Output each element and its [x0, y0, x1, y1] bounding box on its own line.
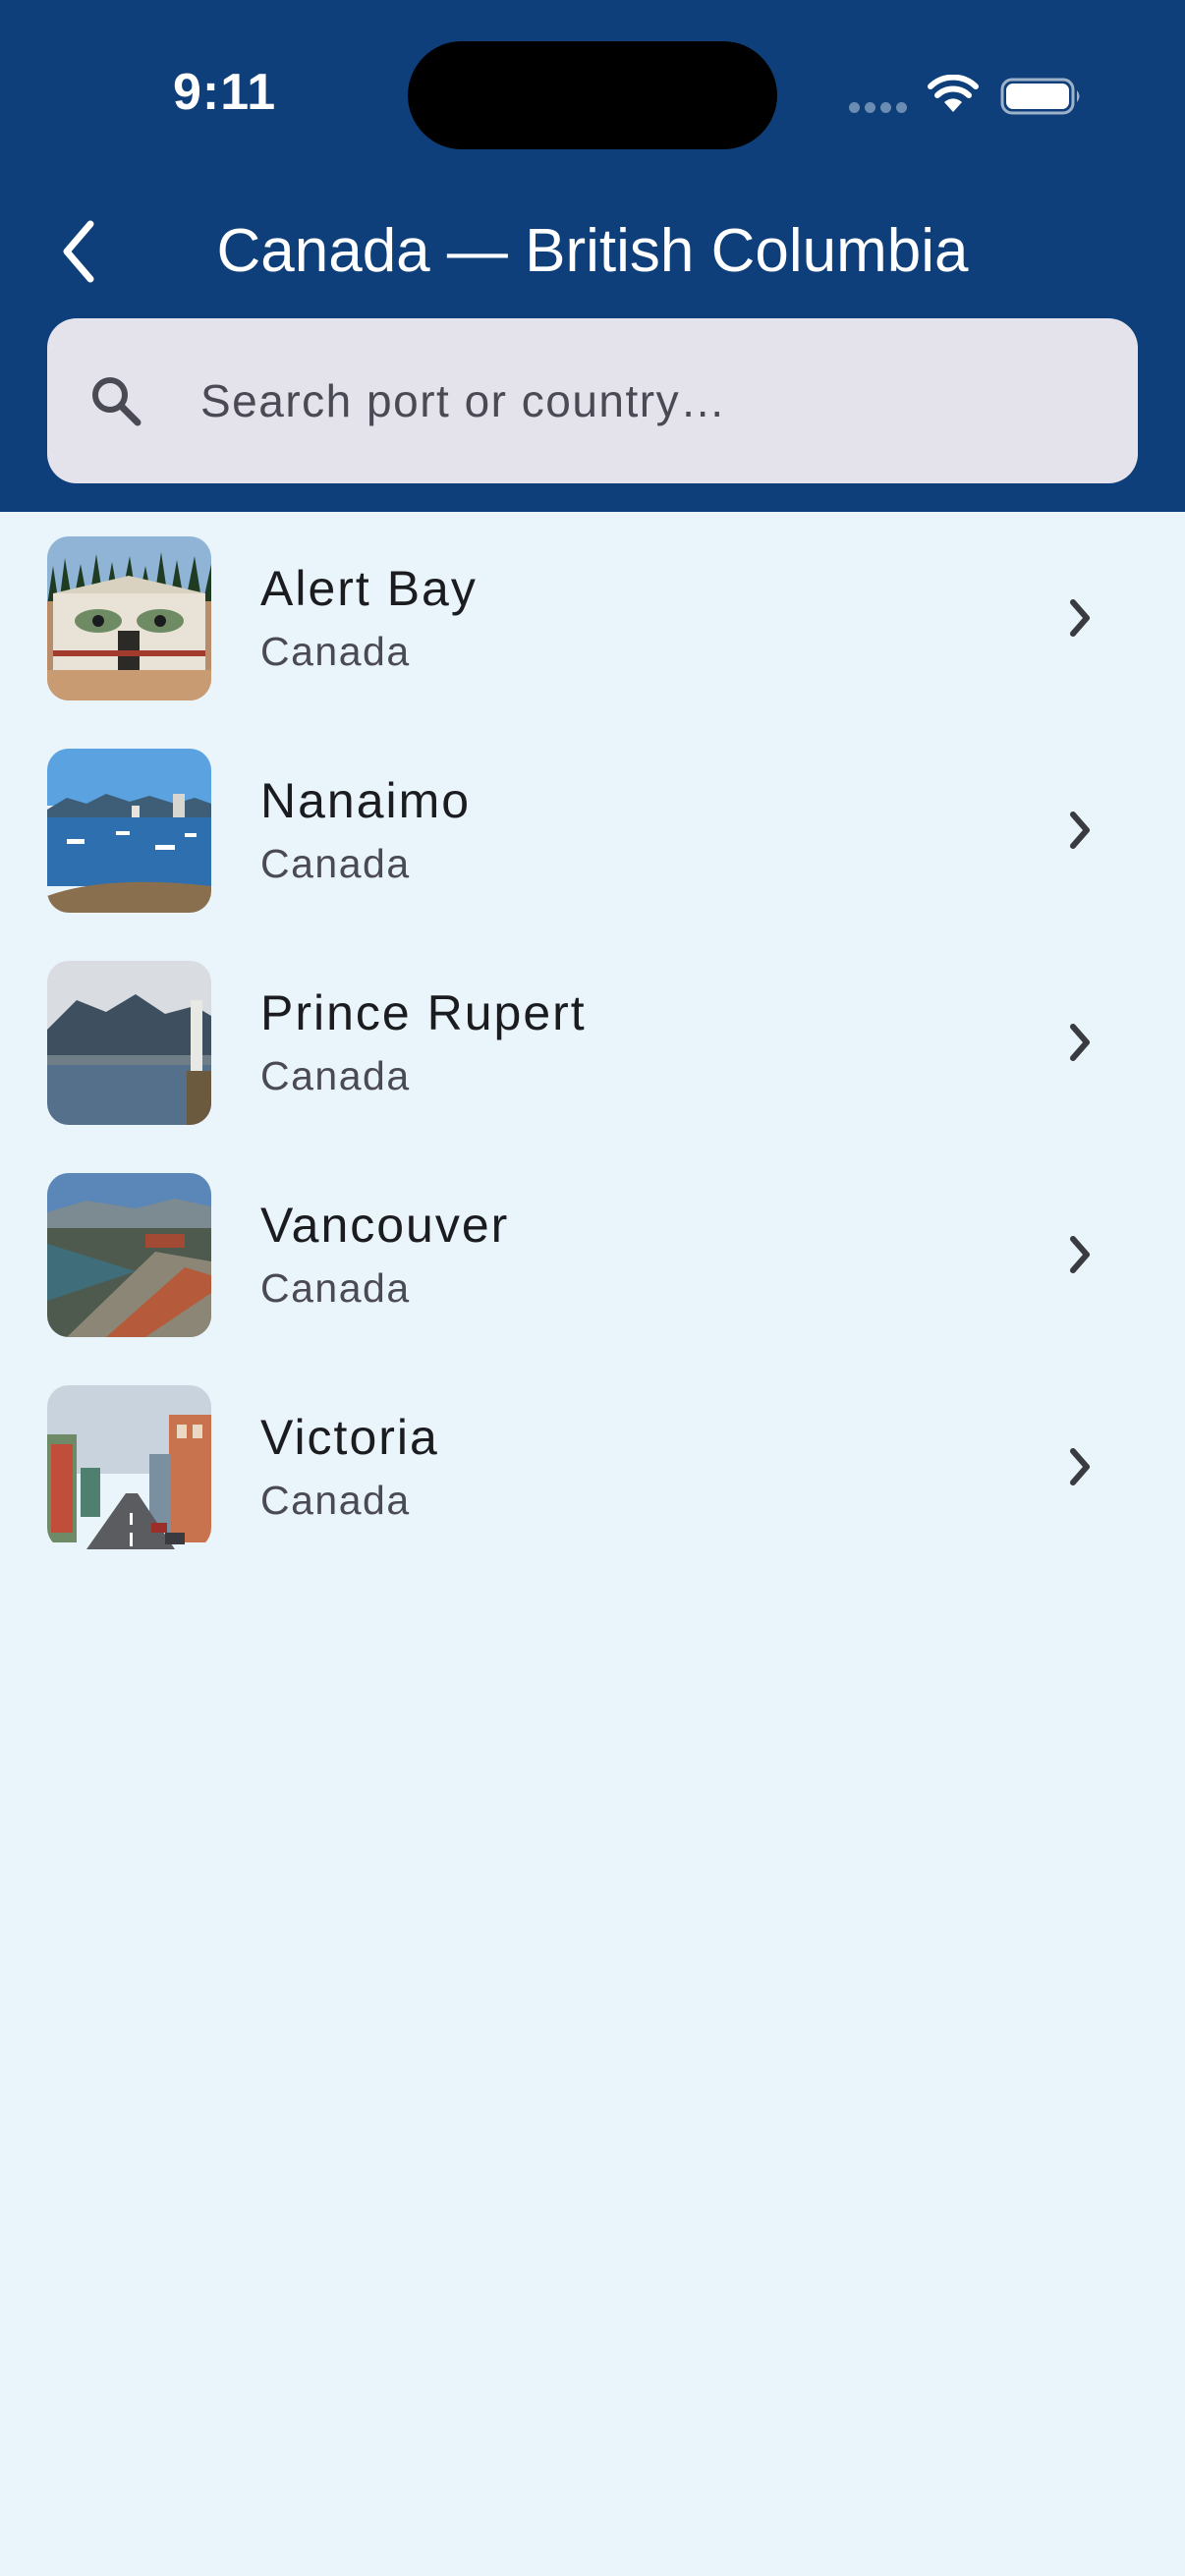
search-icon	[92, 377, 141, 426]
list-item[interactable]: Victoria Canada	[0, 1361, 1185, 1573]
battery-icon	[1000, 78, 1080, 115]
chevron-right-icon	[1070, 1236, 1090, 1273]
port-country: Canada	[260, 1265, 411, 1311]
port-country: Canada	[260, 1053, 411, 1098]
page-title: Canada — British Columbia	[216, 217, 969, 285]
port-name: Nanaimo	[260, 773, 472, 828]
list-item[interactable]: Nanaimo Canada	[0, 724, 1185, 936]
status-time: 9:11	[173, 64, 277, 121]
chevron-right-icon	[1070, 812, 1090, 849]
chevron-right-icon	[1070, 1024, 1090, 1061]
list-item[interactable]: Prince Rupert Canada	[0, 936, 1185, 1148]
chevron-right-icon	[1070, 1448, 1090, 1485]
list-item[interactable]: Vancouver Canada	[0, 1148, 1185, 1361]
chevron-right-icon	[1070, 599, 1090, 637]
port-thumbnail	[47, 961, 211, 1125]
port-country: Canada	[260, 841, 411, 886]
port-name: Prince Rupert	[260, 985, 587, 1040]
cellular-signal-icon	[849, 102, 908, 116]
app-header: 9:11 Canada — British Columbia	[0, 0, 1185, 512]
search-input[interactable]	[200, 318, 1104, 483]
wifi-icon	[928, 75, 979, 112]
dynamic-island	[408, 41, 777, 149]
search-bar[interactable]	[47, 318, 1138, 483]
port-name: Victoria	[260, 1410, 439, 1465]
port-name: Vancouver	[260, 1198, 510, 1253]
port-thumbnail	[47, 749, 211, 913]
port-country: Canada	[260, 629, 411, 674]
port-country: Canada	[260, 1478, 411, 1523]
port-thumbnail	[47, 1173, 211, 1337]
port-name: Alert Bay	[260, 561, 478, 616]
port-thumbnail	[47, 1385, 211, 1549]
list-item[interactable]: Alert Bay Canada	[0, 512, 1185, 724]
port-thumbnail	[47, 536, 211, 700]
